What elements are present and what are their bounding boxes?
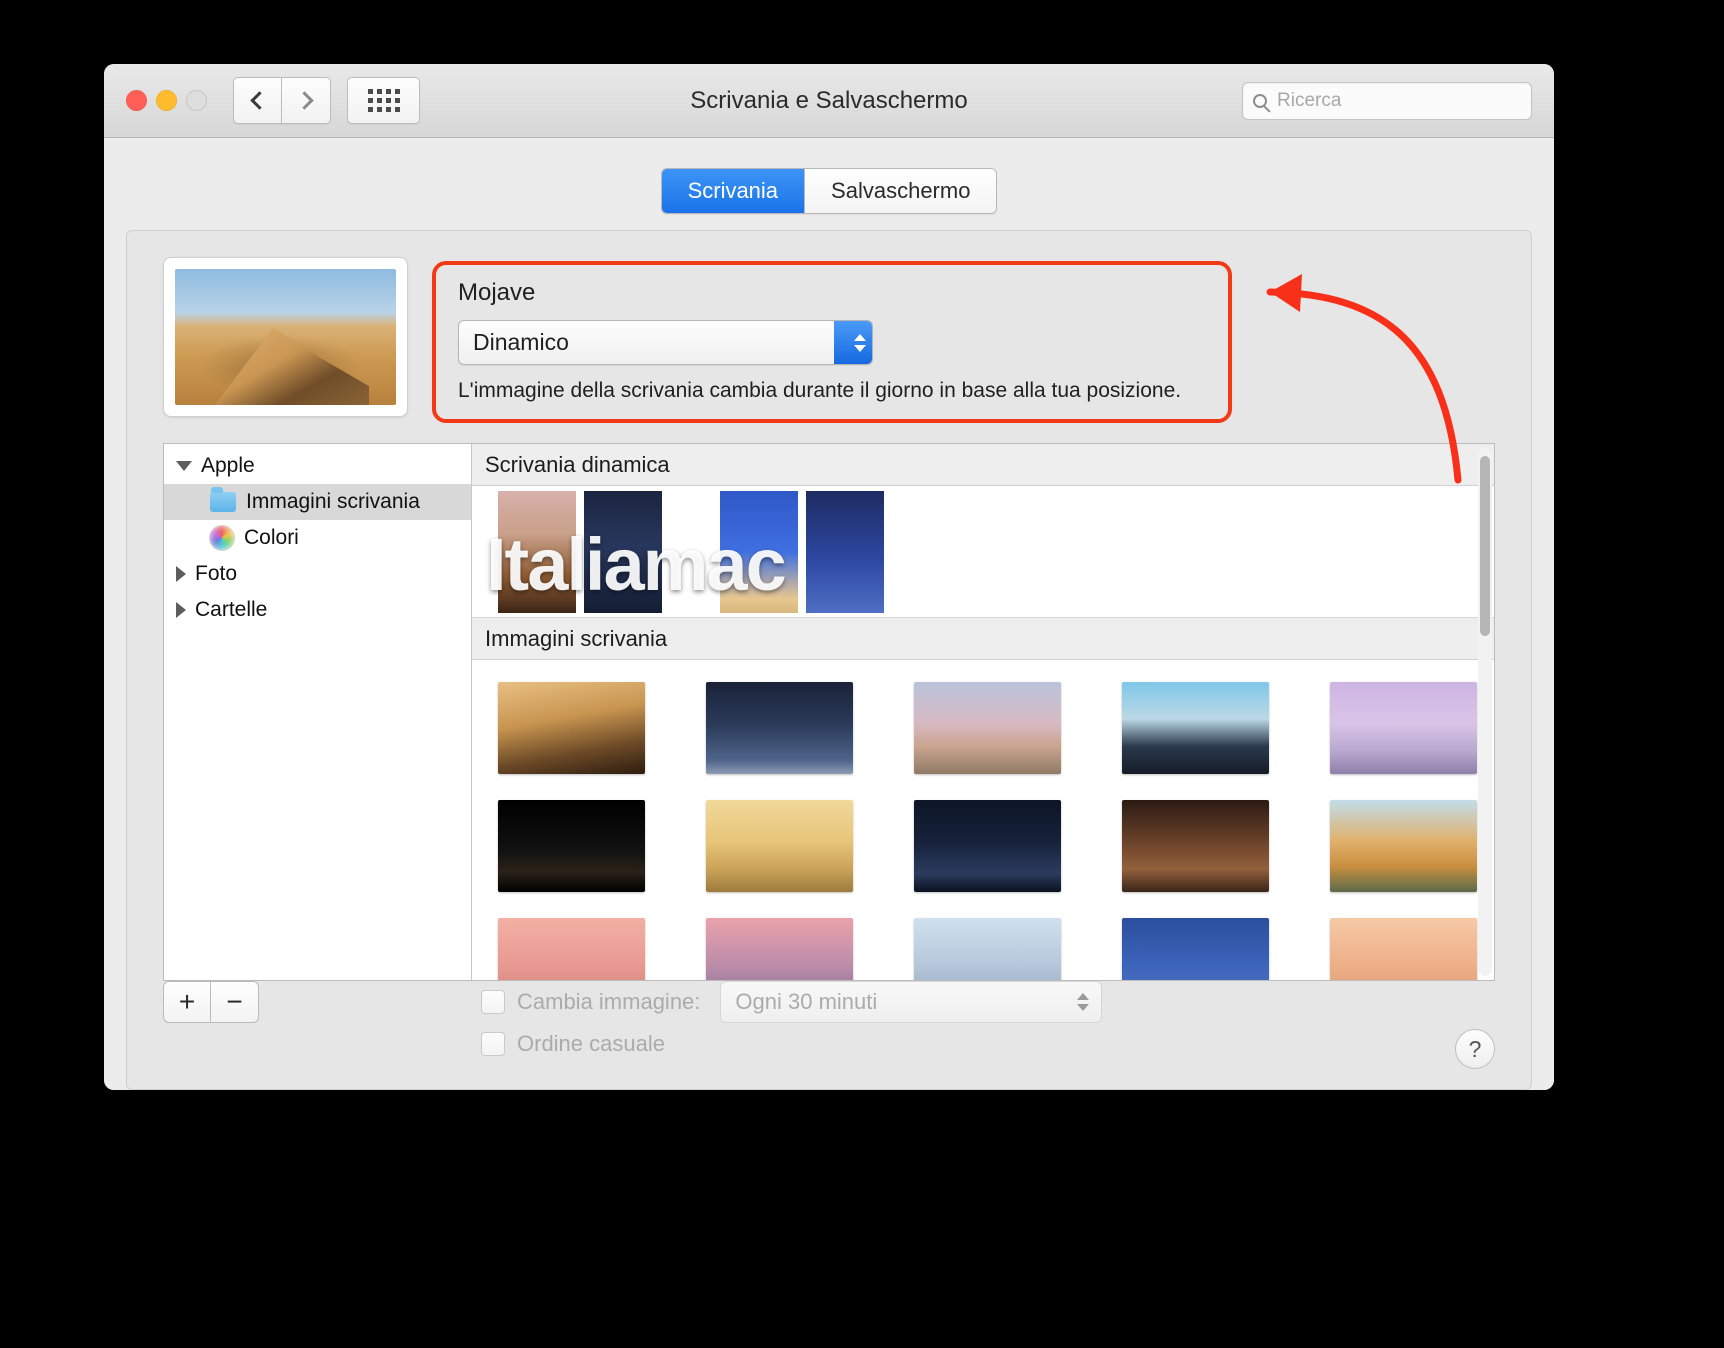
sidebar-item-label: Apple (201, 454, 255, 477)
interval-value: Ogni 30 minuti (735, 989, 878, 1014)
tab-bar: Scrivania Salvaschermo (126, 168, 1532, 214)
wallpaper-thumbnail[interactable] (498, 800, 645, 892)
screenshot-stage: Scrivania e Salvaschermo Ricerca Scrivan… (0, 0, 1724, 1348)
sidebar-item-apple[interactable]: Apple (164, 448, 471, 484)
change-image-checkbox[interactable] (481, 990, 505, 1014)
change-image-controls: Cambia immagine: Ogni 30 minuti Ordine c… (481, 981, 1103, 1065)
disclosure-closed-icon[interactable] (176, 566, 186, 582)
desktop-preview-thumbnail[interactable] (163, 257, 408, 417)
wallpaper-thumbnail[interactable] (706, 682, 853, 774)
dynamic-thumbnail[interactable] (720, 490, 798, 613)
dynamic-thumbnail[interactable] (806, 490, 884, 613)
scrollbar-thumb[interactable] (1480, 456, 1490, 636)
sidebar-item-immagini-scrivania[interactable]: Immagini scrivania (164, 484, 471, 520)
sidebar-item-cartelle[interactable]: Cartelle (164, 592, 471, 628)
preferences-panel: Mojave Dinamico L'immagine della scrivan… (126, 230, 1532, 1090)
tab-salvaschermo[interactable]: Salvaschermo (804, 169, 997, 213)
random-order-checkbox[interactable] (481, 1032, 505, 1056)
chevron-right-icon (294, 91, 314, 110)
navigation-buttons (233, 77, 331, 124)
section-header-images: Immagini scrivania (472, 618, 1494, 660)
wallpaper-list[interactable]: Scrivania dinamica Italiamac Immagini sc… (472, 444, 1494, 980)
wallpaper-thumbnail[interactable] (498, 682, 645, 774)
wallpaper-thumbnail[interactable] (1122, 918, 1269, 980)
sidebar-item-label: Colori (244, 526, 299, 549)
interval-select[interactable]: Ogni 30 minuti (720, 981, 1103, 1023)
mojave-preview-image (175, 269, 396, 405)
sidebar-item-label: Immagini scrivania (246, 490, 420, 513)
search-field[interactable]: Ricerca (1242, 82, 1532, 120)
tab-scrivania[interactable]: Scrivania (661, 169, 805, 213)
wallpaper-thumbnail[interactable] (1330, 918, 1477, 980)
wallpaper-thumbnail[interactable] (914, 682, 1061, 774)
wallpaper-thumbnail[interactable] (498, 918, 645, 980)
wallpaper-thumbnail[interactable] (914, 800, 1061, 892)
wallpaper-name: Mojave (458, 279, 536, 306)
wallpaper-thumbnail[interactable] (1122, 682, 1269, 774)
traffic-lights (126, 90, 207, 111)
sidebar-item-label: Cartelle (195, 598, 268, 621)
dynamic-thumbnail[interactable] (498, 490, 576, 613)
show-all-button[interactable] (347, 77, 420, 124)
add-remove-group: + − (163, 981, 259, 1023)
window-titlebar: Scrivania e Salvaschermo Ricerca (104, 64, 1554, 138)
system-preferences-window: Scrivania e Salvaschermo Ricerca Scrivan… (104, 64, 1554, 1090)
forward-button[interactable] (282, 77, 331, 124)
section-header-dynamic: Scrivania dinamica (472, 444, 1494, 486)
segmented-control: Scrivania Salvaschermo (660, 168, 998, 214)
chevron-left-icon (250, 91, 269, 110)
search-icon (1253, 94, 1267, 108)
random-order-label: Ordine casuale (517, 1031, 665, 1056)
sidebar-item-foto[interactable]: Foto (164, 556, 471, 592)
wallpaper-thumbnail[interactable] (1330, 682, 1477, 774)
wallpaper-info-highlight: Mojave Dinamico L'immagine della scrivan… (432, 261, 1232, 423)
folder-icon (210, 487, 236, 512)
dynamic-mode-value: Dinamico (473, 329, 569, 355)
stepper-icon[interactable] (1063, 993, 1090, 1011)
sidebar-item-label: Foto (195, 562, 238, 585)
wallpaper-thumbnail-grid (472, 660, 1494, 980)
preview-row: Mojave Dinamico L'immagine della scrivan… (127, 231, 1531, 423)
sidebar-item-colori[interactable]: Colori (164, 520, 471, 556)
source-sidebar: Apple Immagini scrivania Colori Foto Car… (164, 444, 472, 980)
dynamic-thumbnail-row: Italiamac (472, 486, 1494, 618)
wallpaper-browser: Apple Immagini scrivania Colori Foto Car… (163, 443, 1495, 981)
wallpaper-thumbnail[interactable] (706, 918, 853, 980)
dynamic-mode-popup[interactable]: Dinamico (458, 320, 873, 365)
vertical-scrollbar[interactable] (1478, 448, 1492, 976)
wallpaper-thumbnail[interactable] (1122, 800, 1269, 892)
color-wheel-icon (210, 526, 234, 550)
search-placeholder: Ricerca (1277, 90, 1342, 111)
disclosure-open-icon[interactable] (176, 461, 192, 471)
wallpaper-description: L'immagine della scrivania cambia durant… (458, 379, 1182, 402)
change-image-label: Cambia immagine: (517, 989, 701, 1014)
grid-icon (367, 89, 400, 112)
wallpaper-thumbnail[interactable] (706, 800, 853, 892)
close-icon[interactable] (126, 90, 147, 111)
random-order-row: Ordine casuale (481, 1023, 1102, 1065)
add-folder-button[interactable]: + (163, 981, 211, 1023)
remove-folder-button[interactable]: − (211, 981, 259, 1023)
disclosure-closed-icon[interactable] (176, 602, 186, 618)
minimize-icon[interactable] (156, 90, 177, 111)
bottom-controls: + − Cambia immagine: Ogni 30 minuti Ordi… (163, 981, 1495, 1069)
zoom-icon (186, 90, 207, 111)
back-button[interactable] (233, 77, 282, 124)
help-button[interactable]: ? (1455, 1029, 1495, 1069)
wallpaper-thumbnail[interactable] (914, 918, 1061, 980)
dynamic-thumbnail[interactable] (584, 490, 662, 613)
change-image-row: Cambia immagine: Ogni 30 minuti (481, 981, 1103, 1023)
window-body: Scrivania Salvaschermo Mojave Dinamico L… (104, 138, 1554, 1090)
wallpaper-thumbnail[interactable] (1330, 800, 1477, 892)
chevron-updown-icon (834, 321, 872, 364)
